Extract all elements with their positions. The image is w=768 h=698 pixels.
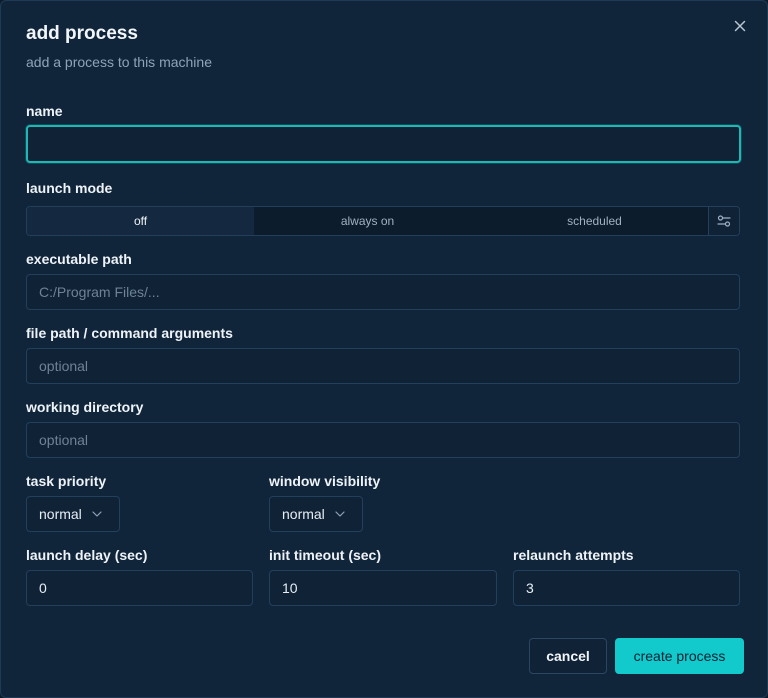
create-process-button[interactable]: create process [615,638,744,674]
window-visibility-label: window visibility [269,473,381,489]
launch-mode-settings-button[interactable] [708,207,739,235]
dialog-title: add process [26,23,138,44]
arguments-input[interactable]: optional [26,348,740,384]
sliders-icon [717,215,731,227]
task-priority-select[interactable]: normal [26,496,120,532]
launch-mode-label: launch mode [26,180,113,196]
relaunch-attempts-input[interactable]: 3 [513,570,740,606]
launch-mode-always-on[interactable]: always on [254,207,481,235]
task-priority-label: task priority [26,473,107,489]
executable-path-input[interactable]: C:/Program Files/... [26,274,740,310]
window-visibility-value: normal [282,506,325,522]
name-label: name [26,103,63,119]
arguments-label: file path / command arguments [26,325,233,341]
chevron-down-icon [335,511,345,517]
close-icon [734,20,746,32]
init-timeout-label: init timeout (sec) [269,547,382,563]
dialog-subtitle: add a process to this machine [26,54,212,70]
working-directory-label: working directory [26,399,144,415]
add-process-dialog: add process add a process to this machin… [0,0,768,698]
name-input[interactable] [26,125,741,163]
working-directory-input[interactable]: optional [26,422,740,458]
chevron-down-icon [92,511,102,517]
close-button[interactable] [727,15,753,37]
launch-mode-scheduled[interactable]: scheduled [481,207,708,235]
relaunch-attempts-label: relaunch attempts [513,547,634,563]
task-priority-value: normal [39,506,82,522]
executable-path-label: executable path [26,251,132,267]
init-timeout-input[interactable]: 10 [269,570,497,606]
launch-delay-label: launch delay (sec) [26,547,148,563]
launch-mode-off[interactable]: off [27,207,254,235]
launch-delay-input[interactable]: 0 [26,570,253,606]
launch-mode-segmented-control: off always on scheduled [26,206,740,236]
window-visibility-select[interactable]: normal [269,496,363,532]
cancel-button[interactable]: cancel [529,638,607,674]
